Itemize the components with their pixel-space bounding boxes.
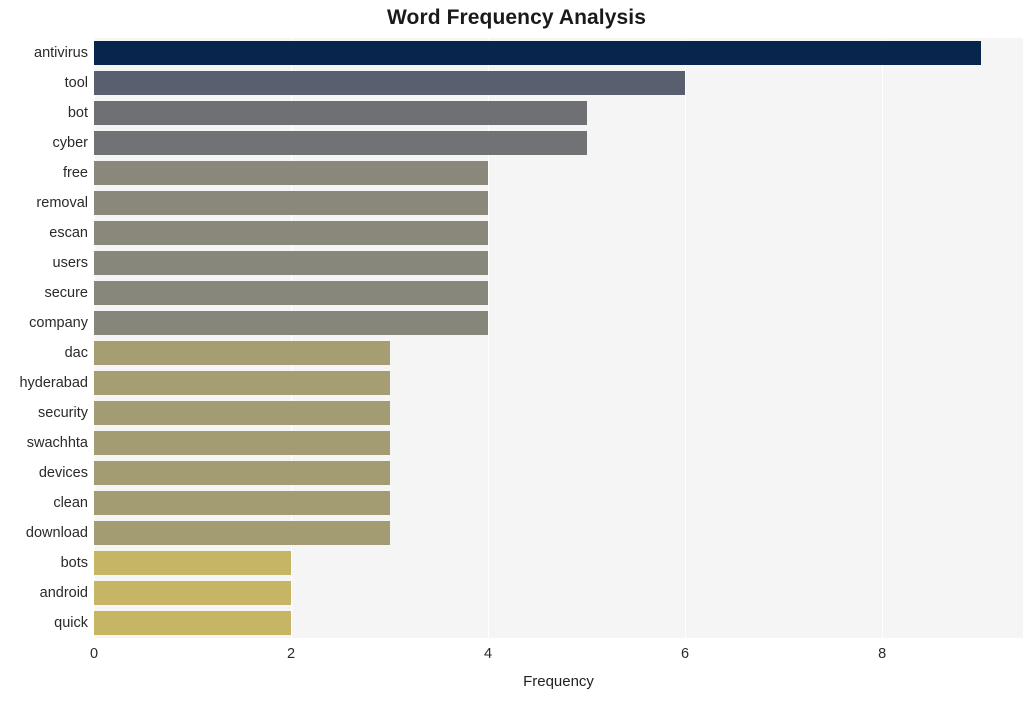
gridline-x-6 (685, 38, 687, 638)
bar-fill (94, 311, 489, 335)
bar-fill (94, 251, 489, 275)
bar-fill (94, 431, 390, 455)
y-tick-label-tool: tool (64, 75, 88, 91)
bar-tool[interactable] (94, 71, 686, 95)
bar-cyber[interactable] (94, 131, 587, 155)
y-tick-label-bots: bots (60, 555, 88, 571)
gridline-x-8 (882, 38, 884, 638)
bar-fill (94, 191, 489, 215)
bar-fill (94, 521, 390, 545)
x-tick-label-2: 2 (286, 646, 296, 662)
y-tick-label-company: company (29, 315, 88, 331)
bar-devices[interactable] (94, 461, 390, 485)
y-tick-label-quick: quick (54, 615, 88, 631)
bar-download[interactable] (94, 521, 390, 545)
bar-removal[interactable] (94, 191, 489, 215)
gridline-x-0 (94, 38, 95, 638)
x-tick-label-6: 6 (681, 646, 690, 662)
bar-quick[interactable] (94, 611, 292, 635)
y-axis: antivirus tool bot cyber free removal escan use… (0, 38, 88, 638)
bar-escan[interactable] (94, 221, 489, 245)
bar-fill (94, 551, 292, 575)
bar-fill (94, 371, 390, 395)
y-tick-label-security: security (38, 405, 88, 421)
x-axis-title: Frequency (523, 673, 594, 690)
word-frequency-chart-figure: Word Frequency Analysis antivirus tool bot… (0, 0, 1033, 701)
bar-security[interactable] (94, 401, 390, 425)
y-tick-label-escan: escan (49, 225, 88, 241)
bar-clean[interactable] (94, 491, 390, 515)
gridline-x-4 (488, 38, 490, 638)
bar-fill (94, 491, 390, 515)
bar-fill (94, 581, 292, 605)
x-tick-label-4: 4 (484, 646, 493, 662)
y-tick-label-devices: devices (38, 465, 88, 481)
bar-fill (94, 401, 390, 425)
x-tick-label-8: 8 (878, 646, 887, 662)
bar-antivirus[interactable] (94, 41, 981, 65)
bar-fill (94, 281, 489, 305)
y-tick-label-cyber: cyber (52, 135, 88, 151)
bar-fill (94, 131, 587, 155)
bar-android[interactable] (94, 581, 292, 605)
bar-bot[interactable] (94, 101, 587, 125)
bar-fill (94, 461, 390, 485)
bar-fill (94, 161, 489, 185)
bar-users[interactable] (94, 251, 489, 275)
bar-free[interactable] (94, 161, 489, 185)
y-tick-label-android: android (39, 585, 88, 601)
bar-swachhta[interactable] (94, 431, 390, 455)
y-tick-label-secure: secure (44, 285, 88, 301)
bar-fill (94, 41, 981, 65)
y-tick-label-clean: clean (53, 495, 88, 511)
y-tick-label-removal: removal (36, 195, 88, 211)
bar-hyderabad[interactable] (94, 371, 390, 395)
y-tick-label-free: free (63, 165, 88, 181)
bar-secure[interactable] (94, 281, 489, 305)
bar-dac[interactable] (94, 341, 390, 365)
y-tick-label-hyderabad: hyderabad (19, 375, 88, 391)
y-tick-label-swachhta: swachhta (26, 435, 88, 451)
y-tick-label-download: download (25, 525, 88, 541)
y-tick-label-antivirus: antivirus (34, 45, 88, 61)
bar-fill (94, 341, 390, 365)
bar-fill (94, 71, 686, 95)
y-tick-label-users: users (52, 255, 88, 271)
x-tick-label-0: 0 (89, 646, 99, 662)
y-tick-label-bot: bot (67, 105, 88, 121)
gridline-x-2 (291, 38, 293, 638)
x-axis: 0 2 4 6 8 (90, 638, 1023, 668)
bar-fill (94, 221, 489, 245)
bar-bots[interactable] (94, 551, 292, 575)
bar-fill (94, 101, 587, 125)
bar-fill (94, 611, 292, 635)
plot-area (94, 38, 1023, 638)
chart-title: Word Frequency Analysis (386, 6, 647, 29)
bar-company[interactable] (94, 311, 489, 335)
y-tick-label-dac: dac (64, 345, 88, 361)
